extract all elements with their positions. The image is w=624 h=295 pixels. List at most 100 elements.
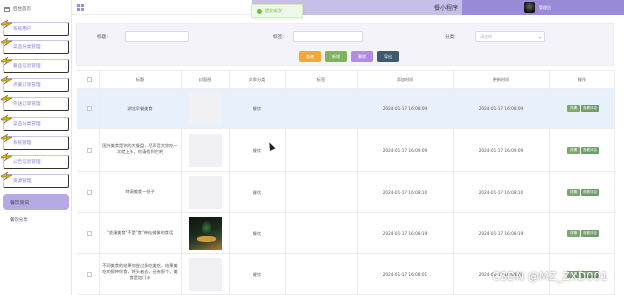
avatar[interactable] <box>524 2 535 13</box>
sidebar-item-label: 资源管理 <box>13 179 32 184</box>
header-cover: 封面图 <box>198 77 212 82</box>
detail-button[interactable]: 详情 <box>567 147 580 154</box>
row-added-time: 2024-01-17 16:08:10 <box>382 190 428 195</box>
header-title[interactable]: 标题 <box>101 77 179 83</box>
pot-shape <box>197 236 216 242</box>
sidebar-item-meal-info[interactable]: 餐品信息管理 <box>1 57 69 73</box>
title-filter-input[interactable] <box>125 31 189 42</box>
view-comments-button[interactable]: 查看评论 <box>581 105 599 112</box>
bolt-icon <box>1 57 12 65</box>
user-bar[interactable]: 管理员 <box>462 0 624 15</box>
view-comments-button[interactable]: 查看评论 <box>581 230 599 237</box>
table-row[interactable]: 湖北早餐美食 餐饮 2024-01-17 16:08:09 2024-01-17… <box>77 89 615 129</box>
row-added-time: 2024-01-17 16:08:19 <box>382 231 428 236</box>
sidebar-item-category-2[interactable]: 菜品分类管理 <box>1 115 69 131</box>
row-title: 湖北早餐美食 <box>127 106 153 111</box>
watermark: CSDN @MZ_ZXD001 <box>492 270 608 283</box>
tag-filter-label: 标签: <box>273 35 284 40</box>
sidebar-item-label: 菜品分类管理 <box>13 122 41 127</box>
row-checkbox[interactable] <box>87 148 92 153</box>
add-button[interactable]: 新增 <box>325 51 347 62</box>
bolt-icon <box>1 172 12 180</box>
row-checkbox[interactable] <box>87 106 92 111</box>
column-divider <box>229 70 230 295</box>
home-icon <box>4 6 10 12</box>
sidebar-home-label: 后台首页 <box>13 7 31 12</box>
header-added-time[interactable]: 添加时间 <box>357 77 453 83</box>
sidebar: 后台首页 系统用户 菜品分类管理 餐品信息管理 点餐订单管理 外送订单管理 菜品… <box>0 0 72 295</box>
toast-text: 提交成功! <box>265 8 283 13</box>
sidebar-item-label: 菜品分类管理 <box>13 45 41 50</box>
sidebar-item-label: 餐品信息管理 <box>13 64 41 69</box>
bolt-icon <box>1 76 12 84</box>
select-all-checkbox[interactable] <box>87 77 92 82</box>
row-category: 餐饮 <box>252 106 262 111</box>
sidebar-item-delivery[interactable]: 外送订单管理 <box>1 95 69 111</box>
header-updated-time[interactable]: 更新时间 <box>453 77 549 83</box>
sidebar-active-label: 餐饮资讯 <box>10 200 30 206</box>
table-header: 标题 封面图 文章分类 标签 添加时间 更新时间 操作 <box>77 70 615 89</box>
category-filter-label: 分类: <box>445 35 456 40</box>
detail-button[interactable]: 详情 <box>567 189 580 196</box>
column-divider <box>549 70 550 295</box>
table-row[interactable]: "浪漫美食"不是"食"神仙佛像的食话 餐饮 2024-01-17 16:08:1… <box>77 213 615 254</box>
detail-button[interactable]: 详情 <box>567 105 580 112</box>
sidebar-item-notice[interactable]: 公告信息管理 <box>1 153 69 169</box>
sidebar-item-label: 系统用户 <box>13 27 32 32</box>
row-added-time: 2024-01-17 16:09:09 <box>382 148 428 153</box>
sidebar-item-dish-category[interactable]: 菜品分类管理 <box>1 38 69 54</box>
header-tag: 标签 <box>316 77 326 82</box>
top-bar: 餐小程序 管理员 <box>72 0 624 15</box>
bolt-icon <box>1 134 12 142</box>
title-filter-label: 标题: <box>97 35 108 40</box>
app-title: 餐小程序 <box>433 5 458 12</box>
success-toast: 提交成功! <box>251 4 303 18</box>
row-title: 国外美食是你的大餐盘，尽声音大你吃一次就上头，你请找到它吧 <box>102 143 178 154</box>
row-category: 餐饮 <box>252 148 262 153</box>
tag-filter-input[interactable] <box>293 31 363 42</box>
row-added-time: 2024-01-17 16:08:01 <box>382 272 428 277</box>
cover-image <box>189 217 222 250</box>
row-title: 不同美食的结果你尝过多吃美吃，结果美吃的那种你食，将头者去，还有那个，美食是加门… <box>102 263 178 280</box>
column-divider <box>453 70 454 295</box>
row-checkbox[interactable] <box>87 272 92 277</box>
bolt-icon <box>1 115 12 123</box>
sidebar-item-news-active[interactable]: 餐饮资讯 <box>3 194 69 210</box>
sidebar-item-system[interactable]: 系统管理 <box>1 134 69 150</box>
row-category: 餐饮 <box>252 190 262 195</box>
view-comments-button[interactable]: 查看评论 <box>581 189 599 196</box>
cover-image <box>189 258 222 291</box>
table-row[interactable]: 特调美食一份子 餐饮 2024-01-17 16:08:10 2024-01-1… <box>77 172 615 213</box>
sidebar-home-link[interactable]: 后台首页 <box>4 2 31 16</box>
sidebar-item-order[interactable]: 点餐订单管理 <box>1 76 69 92</box>
row-checkbox[interactable] <box>87 190 92 195</box>
column-divider <box>614 70 615 295</box>
cover-image <box>189 92 222 125</box>
row-updated-time: 2024-01-17 16:08:09 <box>478 106 524 111</box>
row-checkbox[interactable] <box>87 231 92 236</box>
view-comments-button[interactable]: 查看评论 <box>581 147 599 154</box>
table-row[interactable]: 国外美食是你的大餐盘，尽声音大你吃一次就上头，你请找到它吧 餐饮 2024-01… <box>77 129 615 172</box>
header-category[interactable]: 文章分类 <box>229 77 285 83</box>
row-updated-time: 2024-01-17 16:09:09 <box>478 148 524 153</box>
sidebar-item-users[interactable]: 系统用户 <box>1 20 69 36</box>
row-category: 餐饮 <box>252 231 262 236</box>
sidebar-item-label: 公告信息管理 <box>13 160 41 165</box>
detail-button[interactable]: 详情 <box>567 230 580 237</box>
sidebar-item-label: 系统管理 <box>13 141 32 146</box>
row-updated-time: 2024-01-17 16:08:10 <box>478 190 524 195</box>
row-title: 特调美食一份子 <box>125 189 155 194</box>
app-root: 后台首页 系统用户 菜品分类管理 餐品信息管理 点餐订单管理 外送订单管理 菜品… <box>0 0 624 295</box>
menu-grid-icon[interactable] <box>77 4 84 11</box>
user-name: 管理员 <box>539 4 551 10</box>
delete-button[interactable]: 删除 <box>351 51 373 62</box>
chevron-down-icon: ▾ <box>538 35 541 40</box>
column-divider <box>181 70 182 295</box>
sidebar-item-resource[interactable]: 资源管理 <box>1 172 69 188</box>
search-button[interactable]: 查询 <box>299 51 321 62</box>
bolt-icon <box>1 95 12 103</box>
row-title: "浪漫美食"不是"食"神仙佛像的食话 <box>106 230 174 235</box>
sidebar-subitem-share[interactable]: 餐饮分享 <box>10 217 28 223</box>
export-button[interactable]: 导出 <box>377 51 399 62</box>
category-filter-select[interactable]: 请选择 ▾ <box>475 31 545 42</box>
